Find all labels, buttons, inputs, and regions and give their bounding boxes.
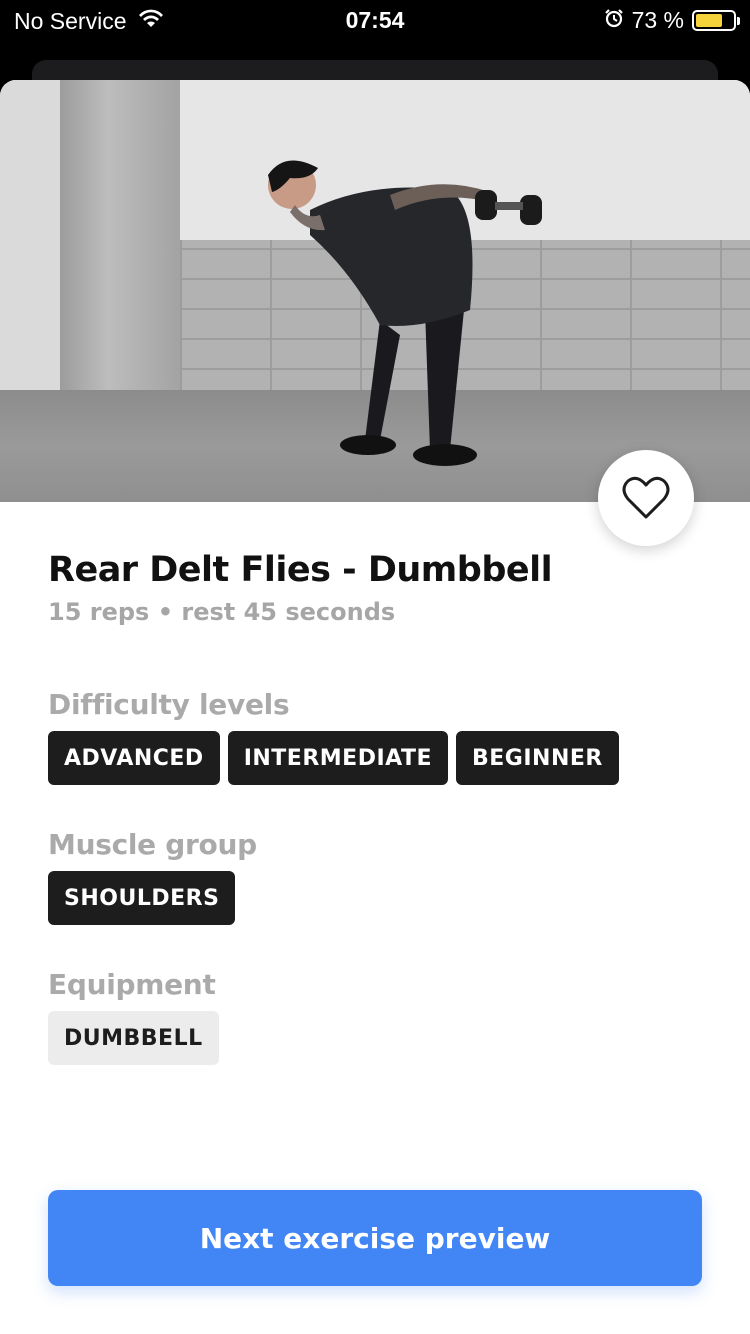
exercise-subtitle: 15 reps • rest 45 seconds xyxy=(48,598,396,626)
chip-dumbbell[interactable]: DUMBBELL xyxy=(48,1011,219,1065)
difficulty-chips: ADVANCED INTERMEDIATE BEGINNER xyxy=(48,731,619,785)
exercise-video-preview[interactable] xyxy=(0,80,750,502)
exercise-sheet: Rear Delt Flies - Dumbbell 15 reps • res… xyxy=(0,80,750,1334)
heart-outline-icon xyxy=(622,476,670,519)
status-right: 73 % xyxy=(604,7,740,34)
difficulty-section: Difficulty levels ADVANCED INTERMEDIATE … xyxy=(48,688,619,785)
equipment-chips: DUMBBELL xyxy=(48,1011,219,1065)
favorite-button[interactable] xyxy=(598,450,694,546)
chip-shoulders[interactable]: SHOULDERS xyxy=(48,871,236,925)
exercise-info: Rear Delt Flies - Dumbbell 15 reps • res… xyxy=(48,550,708,626)
exercise-person-illustration xyxy=(268,160,542,466)
muscle-group-section: Muscle group SHOULDERS xyxy=(48,828,257,925)
status-bar: No Service 07:54 73 % xyxy=(0,0,750,42)
next-exercise-preview-button[interactable]: Next exercise preview xyxy=(48,1190,702,1286)
equipment-section: Equipment DUMBBELL xyxy=(48,968,219,1065)
exercise-title: Rear Delt Flies - Dumbbell xyxy=(48,550,553,590)
chip-intermediate[interactable]: INTERMEDIATE xyxy=(227,731,448,785)
battery-icon xyxy=(692,10,740,31)
chip-advanced[interactable]: ADVANCED xyxy=(48,731,220,785)
difficulty-label: Difficulty levels xyxy=(48,688,290,721)
alarm-icon xyxy=(604,7,624,34)
battery-fill xyxy=(696,14,723,27)
chip-beginner[interactable]: BEGINNER xyxy=(456,731,619,785)
muscle-group-chips: SHOULDERS xyxy=(48,871,257,925)
muscle-group-label: Muscle group xyxy=(48,828,257,861)
equipment-label: Equipment xyxy=(48,968,216,1001)
battery-percent: 73 % xyxy=(631,7,684,33)
